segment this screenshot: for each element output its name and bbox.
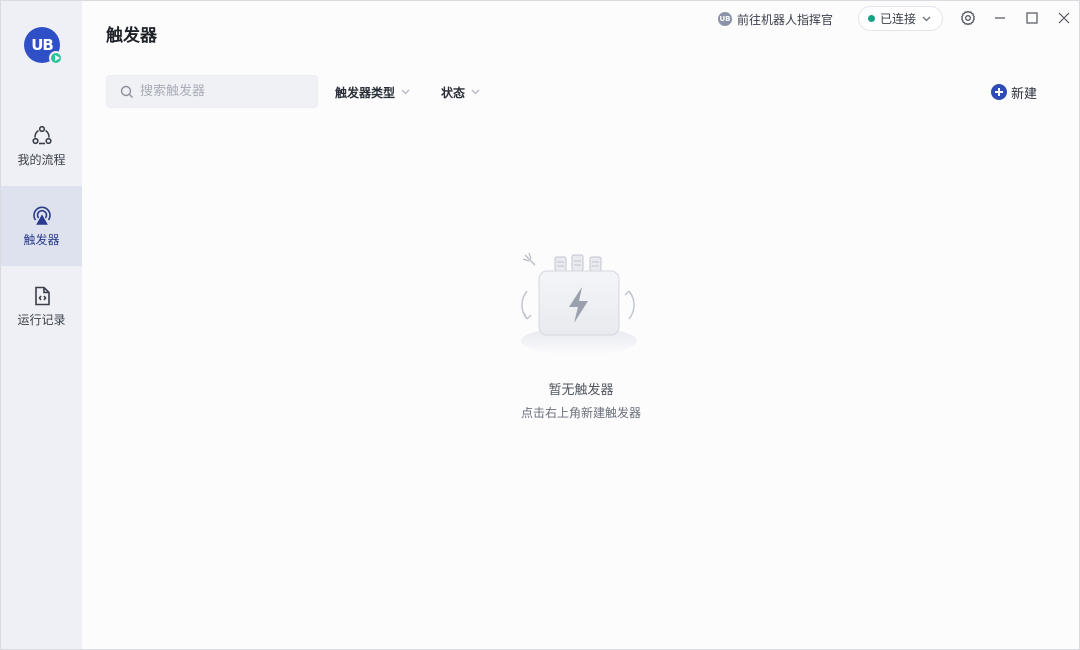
app-logo: UB: [24, 27, 63, 65]
chevron-down-icon: [471, 89, 480, 95]
trigger-type-filter-label: 触发器类型: [335, 85, 396, 100]
connection-status-dropdown[interactable]: 已连接: [858, 6, 943, 31]
gear-icon: [961, 10, 975, 26]
commander-link[interactable]: UB 前往机器人指挥官: [718, 10, 833, 28]
plus-circle-icon: [991, 84, 1007, 100]
sidebar-item-label: 触发器: [23, 232, 60, 247]
search-box[interactable]: [106, 75, 318, 108]
settings-button[interactable]: [959, 9, 977, 27]
flow-icon: [31, 125, 52, 144]
app-logo-text: UB: [31, 36, 54, 54]
minimize-button[interactable]: [991, 9, 1009, 27]
status-filter-label: 状态: [441, 85, 466, 100]
commander-link-label: 前往机器人指挥官: [737, 12, 834, 27]
record-icon: [34, 286, 50, 305]
empty-trigger-illustration: [521, 252, 637, 355]
connection-status-label: 已连接: [880, 12, 917, 26]
status-dot-icon: [868, 15, 875, 22]
commander-logo-icon: UB: [718, 12, 732, 26]
sidebar-item-label: 运行记录: [17, 312, 66, 327]
new-trigger-label: 新建: [1011, 86, 1038, 102]
app-window: UB 我的流程 触发器 运行记录 触发器 UB 前往机器人指挥官 已连接 搜索触…: [0, 0, 1080, 650]
sidebar-item-triggers[interactable]: 触发器: [1, 186, 82, 266]
maximize-button[interactable]: [1023, 9, 1041, 27]
new-trigger-button[interactable]: 新建: [983, 80, 1045, 104]
sidebar-item-run-records[interactable]: 运行记录: [1, 266, 82, 346]
search-input[interactable]: [140, 84, 310, 99]
chevron-down-icon: [401, 89, 410, 95]
status-filter[interactable]: 状态: [441, 84, 480, 100]
sidebar-item-label: 我的流程: [17, 152, 66, 167]
page-title: 触发器: [106, 26, 157, 46]
trigger-type-filter[interactable]: 触发器类型: [335, 84, 410, 100]
trigger-icon: [32, 206, 51, 225]
minimize-icon: [995, 17, 1005, 19]
close-icon: [1058, 12, 1070, 24]
close-button[interactable]: [1055, 9, 1073, 27]
maximize-icon: [1026, 12, 1038, 24]
search-icon: [120, 85, 133, 98]
sidebar: UB 我的流程 触发器 运行记录: [1, 1, 82, 649]
logo-play-badge-icon: [49, 51, 63, 65]
empty-state-title: 暂无触发器: [548, 383, 614, 398]
empty-state-hint: 点击右上角新建触发器: [520, 406, 641, 420]
chevron-down-icon: [922, 16, 931, 21]
sidebar-item-my-flows[interactable]: 我的流程: [1, 106, 82, 186]
